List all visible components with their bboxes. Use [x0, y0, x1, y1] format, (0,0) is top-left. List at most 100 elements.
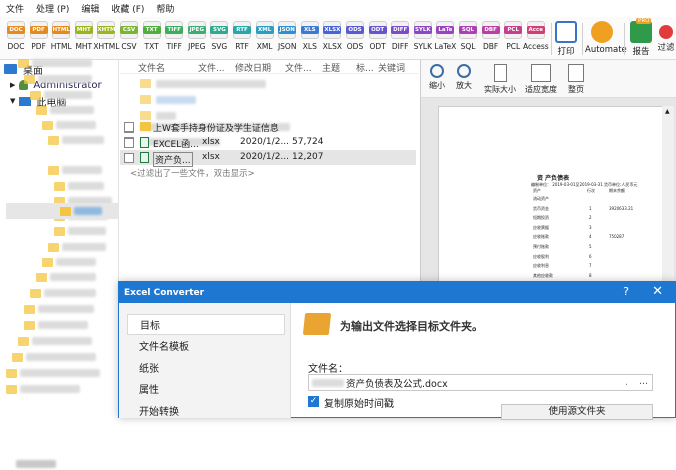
menu-file[interactable]: 文件	[6, 2, 24, 15]
folder-icon	[6, 384, 17, 394]
tree-item[interactable]	[24, 72, 92, 86]
copy-timestamp-checkbox[interactable]: ✓	[308, 396, 319, 407]
col-subject[interactable]: 主题	[322, 61, 340, 74]
tree-item[interactable]	[42, 118, 96, 132]
col-size[interactable]: 文件...	[285, 61, 312, 74]
format-doc-button[interactable]: DOC DOC	[4, 21, 28, 51]
format-diff-icon: DIFF	[391, 21, 410, 39]
actual-size-button[interactable]: 实际大小	[483, 64, 517, 95]
zoom-out-button[interactable]: 放大	[454, 64, 474, 91]
sheet-cell: 8	[589, 272, 592, 278]
nav-paper[interactable]: 纸张	[127, 357, 285, 378]
format-dbf-icon: DBF	[481, 21, 500, 39]
folder-icon	[54, 226, 65, 236]
folder-icon	[24, 74, 35, 84]
folder-row[interactable]	[120, 76, 418, 91]
folder-tree: 桌面 ▶ Administrator ▼ 此电脑	[0, 58, 119, 468]
browse-button[interactable]: ...	[639, 376, 648, 387]
menu-favorites[interactable]: 收藏 (F)	[111, 2, 144, 15]
format-toolbar: Acce Access PCL PCL DBF DBF SQL SQL LaTe LaTeX SYL…	[0, 17, 676, 60]
format-pdf-icon: PDF	[29, 21, 48, 39]
tree-label	[32, 337, 92, 345]
file-row-excel[interactable]: EXCEL函... xlsx 2020/1/2... 57,724	[120, 135, 418, 150]
tree-scrollbar[interactable]	[2, 458, 118, 470]
close-button[interactable]: ✕	[652, 284, 663, 299]
dropdown-dot[interactable]: .	[625, 377, 628, 388]
row-checkbox[interactable]	[124, 153, 134, 163]
tree-selected-item[interactable]	[6, 203, 119, 219]
tree-item[interactable]	[24, 302, 94, 316]
tree-item[interactable]	[36, 270, 96, 284]
col-filename[interactable]: 文件名	[138, 61, 165, 74]
dialog-titlebar: Excel Converter ? ✕	[119, 282, 675, 303]
row-checkbox[interactable]	[124, 138, 134, 148]
folder-icon	[48, 135, 59, 145]
folder-icon	[54, 181, 65, 191]
tree-item[interactable]	[30, 286, 96, 300]
nav-properties[interactable]: 属性	[127, 378, 285, 399]
tree-label	[32, 59, 92, 67]
tree-item[interactable]	[48, 240, 106, 254]
sheet-cell: 5	[589, 244, 592, 249]
nav-destination[interactable]: 目标	[127, 314, 285, 335]
folder-icon	[18, 58, 29, 68]
col-modified[interactable]: 修改日期	[235, 61, 271, 74]
format-latex-icon: LaTe	[436, 21, 455, 39]
folder-row-cert[interactable]: 上W套手持身份证及学生证信息	[120, 119, 418, 134]
tree-item[interactable]	[54, 179, 104, 193]
format-sylk-icon: SYLK	[413, 21, 432, 39]
tree-item[interactable]	[42, 255, 96, 269]
file-row-selected[interactable]: 资产负... xlsx 2020/1/2... 12,207	[120, 150, 416, 167]
excel-file-icon	[140, 152, 149, 163]
zoom-in-icon	[430, 64, 444, 78]
col-title[interactable]: 标...	[356, 61, 374, 74]
tree-item[interactable]	[18, 56, 92, 70]
file-list-header: 文件名 文件... 修改日期 文件... 主题 标... 关键词	[120, 60, 418, 74]
automate-button[interactable]: Automate	[585, 21, 627, 55]
tree-selected-label	[74, 207, 102, 215]
report-button[interactable]: 报告	[628, 21, 654, 57]
zoom-in-button[interactable]: 缩小	[427, 64, 447, 91]
sheet-title: 资 产负债表	[537, 175, 570, 182]
format-json-icon: JSON	[278, 21, 297, 39]
row-checkbox[interactable]	[124, 122, 134, 132]
sheet-cell: 6	[589, 253, 592, 259]
format-jpeg-icon: JPEG	[187, 21, 206, 39]
col-filetype[interactable]: 文件...	[198, 61, 225, 74]
tree-item[interactable]	[54, 224, 106, 238]
tree-item[interactable]	[30, 88, 92, 102]
tree-item[interactable]	[36, 103, 94, 117]
filter-button[interactable]: 过滤	[656, 21, 676, 53]
help-button[interactable]: ?	[623, 285, 629, 298]
fit-width-button[interactable]: 适应宽度	[522, 64, 560, 95]
col-keywords[interactable]: 关键词	[378, 61, 405, 74]
folder-icon	[140, 79, 151, 88]
format-csv-icon: CSV	[120, 21, 138, 39]
sheet-cell: 短期投资	[533, 215, 549, 221]
format-xml-icon: XML	[255, 21, 274, 39]
zoom-out-icon	[457, 64, 471, 78]
sheet-col-line: 行次	[587, 188, 595, 193]
tree-item[interactable]	[24, 318, 88, 332]
tree-item[interactable]	[18, 334, 92, 348]
filename-input[interactable]: 资产负债表及公式.docx . ...	[308, 374, 653, 391]
print-button[interactable]: 打印	[553, 21, 579, 57]
full-page-button[interactable]: 整页	[563, 64, 589, 95]
menu-process[interactable]: 处理 (P)	[36, 2, 69, 15]
tree-item[interactable]	[12, 350, 96, 364]
filename-value: 资产负债表及公式.docx	[346, 378, 448, 390]
folder-icon	[30, 288, 41, 298]
folder-icon	[140, 122, 151, 131]
folder-row[interactable]	[120, 92, 418, 107]
tree-item[interactable]	[6, 366, 100, 380]
folder-icon	[6, 368, 17, 378]
preview-scrollbar[interactable]: ▲	[662, 106, 674, 286]
menu-edit[interactable]: 编辑	[81, 2, 99, 15]
nav-filename-template[interactable]: 文件名模板	[127, 335, 285, 356]
tree-item[interactable]	[48, 163, 102, 177]
fit-width-icon	[531, 64, 551, 82]
tree-item[interactable]	[6, 382, 80, 396]
format-rtf-icon: RTF	[233, 21, 251, 39]
menu-help[interactable]: 帮助	[156, 2, 174, 15]
tree-item[interactable]	[48, 133, 104, 147]
